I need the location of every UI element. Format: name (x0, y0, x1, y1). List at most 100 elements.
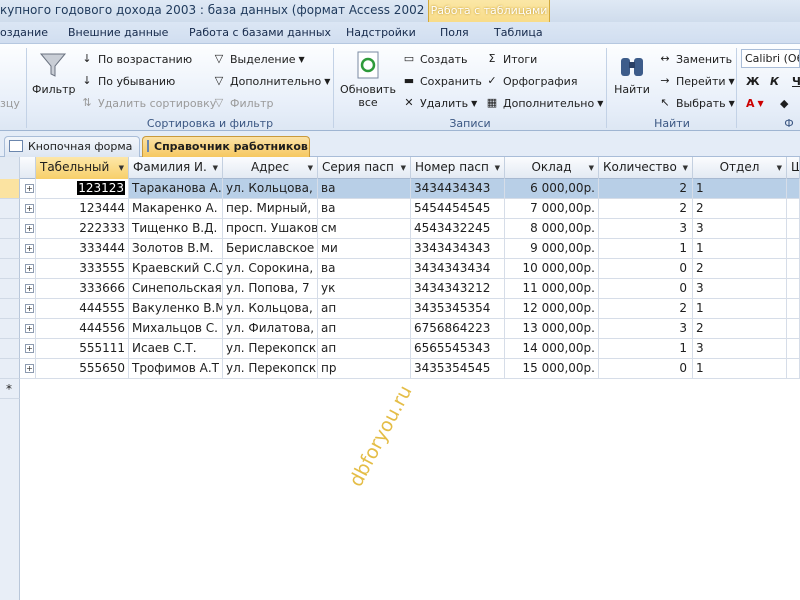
cell-passport-series[interactable]: ва (318, 179, 411, 199)
cell-department[interactable]: 3 (693, 219, 787, 239)
cell-passport-series[interactable]: ап (318, 299, 411, 319)
cell-extra[interactable] (787, 219, 800, 239)
cell-name[interactable]: Макаренко А. (129, 199, 223, 219)
table-row[interactable]: +444555 Вакуленко В.М ул. Кольцова, ап 34353… (0, 299, 800, 319)
chevron-down-icon[interactable]: ▼ (683, 164, 688, 172)
cell-passport-series[interactable]: ук (318, 279, 411, 299)
cell-address[interactable]: пер. Мирный, (223, 199, 318, 219)
cell-passport-number[interactable]: 6565545343 (411, 339, 505, 359)
chevron-down-icon[interactable]: ▼ (777, 164, 782, 172)
cell-department[interactable]: 3 (693, 339, 787, 359)
goto-button[interactable]: → Перейти ▼ (658, 72, 734, 90)
table-row[interactable]: +333444 Золотов В.М. Бериславское ми 3343434… (0, 239, 800, 259)
chevron-down-icon[interactable]: ▼ (308, 164, 313, 172)
new-record-selector[interactable]: * (0, 379, 20, 399)
tab-employees-table[interactable]: Справочник работников (142, 136, 310, 157)
more-records-button[interactable]: ▦ Дополнительно ▼ (485, 94, 604, 112)
cell-address[interactable]: просп. Ушаков (223, 219, 318, 239)
cell-department[interactable]: 1 (693, 359, 787, 379)
cell-tabnum[interactable]: 555650 (36, 359, 129, 379)
cell-name[interactable]: Вакуленко В.М (129, 299, 223, 319)
cell-passport-series[interactable]: см (318, 219, 411, 239)
cell-department[interactable]: 1 (693, 179, 787, 199)
cell-extra[interactable] (787, 239, 800, 259)
refresh-all-button[interactable]: Обновить все (338, 50, 398, 109)
cell-name[interactable]: Золотов В.М. (129, 239, 223, 259)
cell-passport-number[interactable]: 3434434343 (411, 179, 505, 199)
cell-name[interactable]: Краевский С.С (129, 259, 223, 279)
tab-external-data[interactable]: Внешние данные (68, 26, 168, 39)
table-row[interactable]: +555650 Трофимов А.Т ул. Перекопск пр 343535… (0, 359, 800, 379)
save-record-button[interactable]: ▬ Сохранить (402, 72, 482, 90)
cell-count[interactable]: 2 (599, 199, 693, 219)
cell-tabnum[interactable]: 444556 (36, 319, 129, 339)
cell-extra[interactable] (787, 299, 800, 319)
record-selector[interactable] (0, 199, 20, 219)
cell-tabnum[interactable]: 444555 (36, 299, 129, 319)
cell-department[interactable]: 1 (693, 299, 787, 319)
cell-passport-series[interactable]: пр (318, 359, 411, 379)
advanced-filter-button[interactable]: ▽ Дополнительно ▼ (212, 72, 331, 90)
cell-passport-number[interactable]: 3434343434 (411, 259, 505, 279)
column-header-extra[interactable]: Ш (787, 157, 800, 179)
font-name-input[interactable]: Calibri (О6 (741, 49, 800, 68)
cell-extra[interactable] (787, 339, 800, 359)
underline-button[interactable]: Ч (792, 72, 800, 90)
cell-department[interactable]: 3 (693, 279, 787, 299)
record-selector[interactable] (0, 239, 20, 259)
column-header-count[interactable]: Количество ▼ (599, 157, 693, 179)
italic-button[interactable]: К (770, 72, 779, 90)
table-row[interactable]: +444556 Михальцов С. ул. Филатова, ап 675686… (0, 319, 800, 339)
chevron-down-icon[interactable]: ▼ (213, 164, 218, 172)
chevron-down-icon[interactable]: ▼ (495, 164, 500, 172)
record-selector[interactable] (0, 259, 20, 279)
cell-count[interactable]: 0 (599, 279, 693, 299)
tab-fields[interactable]: Поля (440, 26, 469, 39)
cell-passport-number[interactable]: 3435345354 (411, 299, 505, 319)
sort-ascending-button[interactable]: ↓ По возрастанию (80, 50, 192, 68)
record-selector[interactable] (0, 279, 20, 299)
delete-record-button[interactable]: ✕ Удалить ▼ (402, 94, 477, 112)
cell-extra[interactable] (787, 359, 800, 379)
expand-plus-icon[interactable]: + (25, 324, 34, 333)
cell-tabnum[interactable]: 333444 (36, 239, 129, 259)
tab-switchboard-form[interactable]: Кнопочная форма (4, 136, 140, 157)
cell-department[interactable]: 2 (693, 319, 787, 339)
cell-address[interactable]: Бериславское (223, 239, 318, 259)
cell-address[interactable]: ул. Попова, 7 (223, 279, 318, 299)
cell-name[interactable]: Синепольская (129, 279, 223, 299)
cell-passport-series[interactable]: ми (318, 239, 411, 259)
selection-button[interactable]: ▽ Выделение ▼ (212, 50, 305, 68)
cell-department[interactable]: 1 (693, 239, 787, 259)
record-selector[interactable] (0, 339, 20, 359)
cell-extra[interactable] (787, 179, 800, 199)
record-selector[interactable] (0, 299, 20, 319)
record-selector[interactable] (0, 179, 20, 199)
record-selector[interactable] (0, 219, 20, 239)
toggle-filter-button[interactable]: ▽ Фильтр (212, 94, 274, 112)
cell-tabnum[interactable]: 222333 (36, 219, 129, 239)
table-row[interactable]: +333666 Синепольская ул. Попова, 7 ук 343434… (0, 279, 800, 299)
cell-tabnum[interactable]: 123444 (36, 199, 129, 219)
expand-plus-icon[interactable]: + (25, 344, 34, 353)
cell-address[interactable]: ул. Сорокина, (223, 259, 318, 279)
tab-table[interactable]: Таблица (494, 26, 543, 39)
cell-tabnum[interactable]: 333666 (36, 279, 129, 299)
record-selector[interactable] (0, 319, 20, 339)
cell-tabnum[interactable]: 333555 (36, 259, 129, 279)
cell-count[interactable]: 3 (599, 319, 693, 339)
cell-passport-number[interactable]: 6756864223 (411, 319, 505, 339)
cell-salary[interactable]: 11 000,00р. (505, 279, 599, 299)
cell-name[interactable]: Тищенко В.Д. (129, 219, 223, 239)
fill-color-button[interactable]: ◆ (780, 94, 788, 112)
cell-extra[interactable] (787, 199, 800, 219)
cell-address[interactable]: ул. Перекопск (223, 339, 318, 359)
spelling-button[interactable]: ✓ Орфография (485, 72, 577, 90)
cell-address[interactable]: ул. Филатова, (223, 319, 318, 339)
cell-passport-series[interactable]: ап (318, 319, 411, 339)
cell-passport-number[interactable]: 5454454545 (411, 199, 505, 219)
expand-plus-icon[interactable]: + (25, 264, 34, 273)
tab-create[interactable]: оздание (0, 26, 48, 39)
cell-name[interactable]: Михальцов С. (129, 319, 223, 339)
expand-plus-icon[interactable]: + (25, 304, 34, 313)
